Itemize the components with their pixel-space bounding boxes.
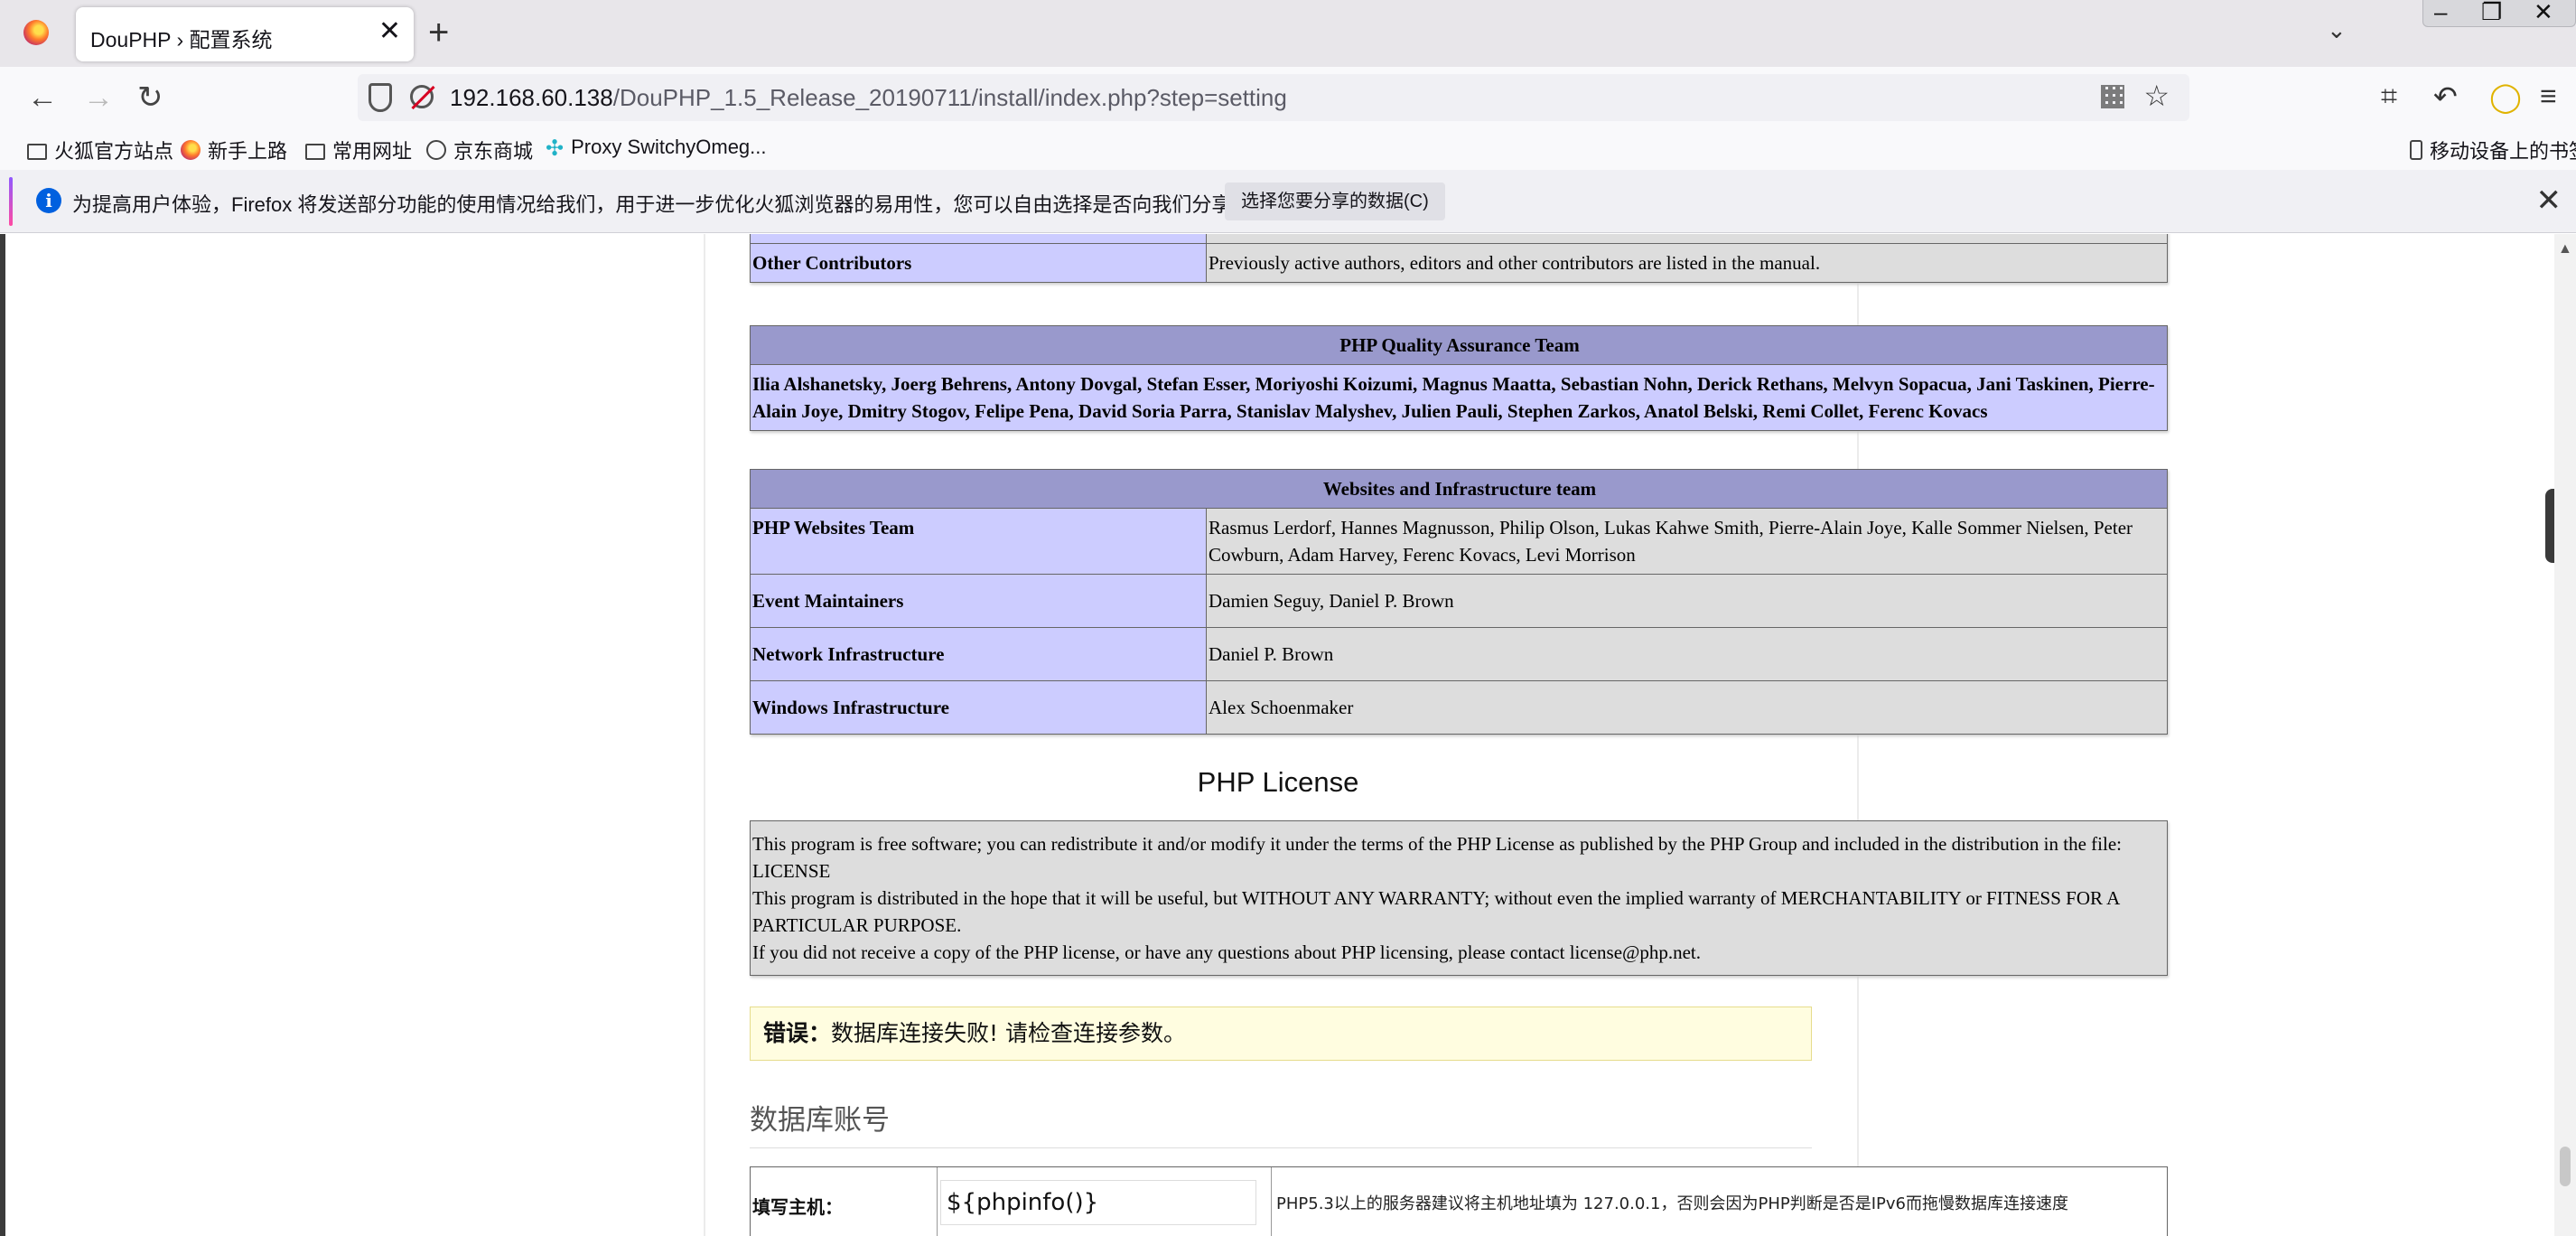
url-text[interactable]: 192.168.60.138/DouPHP_1.5_Release_201907…: [450, 84, 1287, 112]
error-message: 错误：数据库连接失败! 请检查连接参数。: [750, 1007, 1812, 1061]
host-input[interactable]: [940, 1180, 1256, 1225]
new-tab-button[interactable]: +: [428, 13, 449, 52]
back-arrow-icon[interactable]: ←: [27, 80, 58, 116]
choose-data-button[interactable]: 选择您要分享的数据(C): [1225, 183, 1445, 220]
cell-divider: [1271, 1167, 1272, 1236]
firefox-icon: [181, 140, 201, 160]
navigation-bar: ← → ↻ 192.168.60.138/DouPHP_1.5_Release_…: [0, 67, 2576, 128]
error-label: 错误：: [763, 1020, 832, 1046]
license-line: This program is distributed in the hope …: [752, 887, 2120, 936]
row-value: Damien Seguy, Daniel P. Brown: [1206, 574, 2168, 628]
hamburger-menu-icon[interactable]: ≡: [2540, 80, 2557, 113]
screenshot-crop-icon[interactable]: ⌗: [2381, 80, 2397, 114]
page-scrollbar[interactable]: ▲: [2554, 234, 2576, 1236]
bookmark-item[interactable]: 京东商城: [426, 136, 533, 164]
table-row: Other Contributors Previously active aut…: [750, 243, 2168, 283]
table-row: Ilia Alshanetsky, Joerg Behrens, Antony …: [750, 364, 2168, 431]
page-content: Other Contributors Previously active aut…: [0, 234, 2576, 1236]
window-edge: [0, 234, 5, 1236]
table-row: Event Maintainers Damien Seguy, Daniel P…: [750, 574, 2168, 628]
mobile-bookmarks[interactable]: 移动设备上的书签: [2410, 136, 2576, 164]
tab-close-icon[interactable]: ✕: [378, 18, 401, 45]
folder-icon: [27, 144, 47, 160]
license-line: This program is free software; you can r…: [752, 833, 2122, 882]
qr-code-icon[interactable]: [2101, 85, 2124, 108]
table-header-row: Websites and Infrastructure team: [750, 469, 2168, 509]
url-bar[interactable]: 192.168.60.138/DouPHP_1.5_Release_201907…: [358, 74, 2189, 121]
bookmark-item[interactable]: 火狐官方站点: [27, 136, 173, 164]
insecure-connection-icon[interactable]: [410, 85, 434, 108]
layout-rule: [704, 234, 705, 1236]
bookmarks-toolbar: 火狐官方站点 新手上路 常用网址 京东商城 ✣ Proxy SwitchyOmeg…: [0, 128, 2576, 170]
firefox-logo-icon: [23, 20, 49, 45]
bookmark-item[interactable]: ✣ Proxy SwitchyOmeg...: [546, 136, 767, 162]
license-line: If you did not receive a copy of the PHP…: [752, 941, 1702, 963]
window-controls: – ❐ ✕: [2422, 0, 2576, 27]
row-label: Windows Infrastructure: [750, 680, 1207, 735]
db-section-heading: 数据库账号: [750, 1104, 890, 1137]
divider: [750, 1147, 1812, 1148]
bookmark-star-icon[interactable]: ☆: [2143, 79, 2170, 113]
credits-table-websites: Websites and Infrastructure team PHP Web…: [750, 469, 2168, 735]
tracking-protection-shield-icon[interactable]: [369, 83, 392, 112]
cell-divider: [937, 1167, 938, 1236]
row-value: Alex Schoenmaker: [1206, 680, 2168, 735]
table-header-row: PHP Quality Assurance Team: [750, 325, 2168, 365]
minimize-icon[interactable]: –: [2434, 0, 2447, 26]
tab-strip: DouPHP › 配置系统 ✕ + ⌄ – ❐ ✕: [0, 0, 2576, 67]
host-label: 填写主机：: [752, 1196, 843, 1218]
extension-ring-icon[interactable]: ◯: [2489, 80, 2522, 114]
bookmark-item[interactable]: 新手上路: [181, 136, 287, 164]
table-row: This program is free software; you can r…: [750, 820, 2168, 976]
row-label: Event Maintainers: [750, 574, 1207, 628]
list-all-tabs-chevron-down-icon[interactable]: ⌄: [2327, 16, 2347, 44]
row-label: Other Contributors: [750, 243, 1207, 283]
restore-icon[interactable]: ❐: [2481, 0, 2502, 26]
host-hint: PHP5.3以上的服务器建议将主机地址填为 127.0.0.1，否则会因为PHP…: [1276, 1194, 2068, 1213]
tab-active[interactable]: DouPHP › 配置系统 ✕: [76, 7, 414, 61]
forward-arrow-icon[interactable]: →: [83, 80, 114, 116]
close-window-icon[interactable]: ✕: [2534, 0, 2553, 26]
row-value: Previously active authors, editors and o…: [1206, 243, 2168, 283]
bookmark-item[interactable]: 常用网址: [305, 136, 412, 164]
info-icon: i: [36, 188, 61, 213]
row-value: Daniel P. Brown: [1206, 627, 2168, 681]
credits-table-contributors: Other Contributors Previously active aut…: [750, 234, 2168, 283]
close-notification-icon[interactable]: ✕: [2536, 183, 2562, 219]
folder-icon: [305, 144, 325, 160]
qa-team-names: Ilia Alshanetsky, Joerg Behrens, Antony …: [750, 364, 2168, 431]
undo-arrow-icon[interactable]: ↶: [2433, 80, 2458, 114]
notification-text: 为提高用户体验，Firefox 将发送部分功能的使用情况给我们，用于进一步优化火…: [72, 193, 1292, 216]
row-label: Network Infrastructure: [750, 627, 1207, 681]
row-label: PHP Websites Team: [750, 508, 1207, 575]
license-table: This program is free software; you can r…: [750, 820, 2168, 976]
credits-table-qa: PHP Quality Assurance Team Ilia Alshanet…: [750, 325, 2168, 431]
license-title: PHP License: [1197, 766, 1359, 798]
table-row: Windows Infrastructure Alex Schoenmaker: [750, 680, 2168, 735]
scroll-up-icon[interactable]: ▲: [2558, 241, 2572, 258]
table-row: PHP Websites Team Rasmus Lerdorf, Hannes…: [750, 508, 2168, 575]
table-heading: Websites and Infrastructure team: [750, 469, 2168, 509]
tab-title: DouPHP › 配置系统: [90, 28, 273, 52]
db-host-row: 填写主机： PHP5.3以上的服务器建议将主机地址填为 127.0.0.1，否则…: [750, 1166, 2168, 1236]
phone-icon: [2410, 140, 2422, 160]
notification-accent: [9, 177, 13, 226]
extension-icon: ✣: [546, 136, 565, 161]
notification-bar: i 为提高用户体验，Firefox 将发送部分功能的使用情况给我们，用于进一步优…: [0, 170, 2576, 233]
table-heading: PHP Quality Assurance Team: [750, 325, 2168, 365]
error-text: 数据库连接失败! 请检查连接参数。: [831, 1020, 1186, 1046]
scrollbar-thumb[interactable]: [2560, 1147, 2571, 1186]
row-value: Rasmus Lerdorf, Hannes Magnusson, Philip…: [1206, 508, 2168, 575]
globe-icon: [426, 140, 446, 160]
reload-icon[interactable]: ↻: [137, 80, 163, 116]
table-row: Network Infrastructure Daniel P. Brown: [750, 627, 2168, 681]
table-row: [750, 234, 2168, 244]
